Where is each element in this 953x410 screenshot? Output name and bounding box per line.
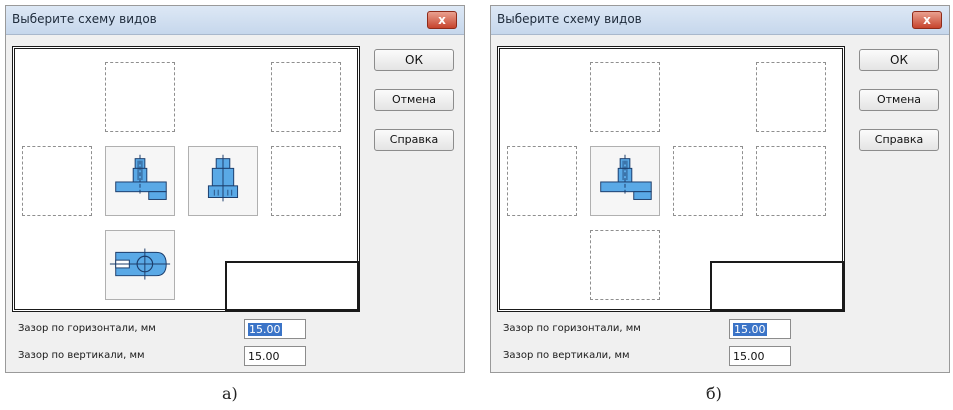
view-slot-top-left[interactable] bbox=[105, 62, 175, 132]
view-slot-left[interactable] bbox=[22, 146, 92, 216]
horizontal-gap-value: 15.00 bbox=[733, 323, 767, 336]
vertical-gap-input[interactable]: 15.00 bbox=[244, 346, 306, 366]
title-bar: Выберите схему видов x bbox=[491, 6, 949, 35]
horizontal-gap-input[interactable]: 15.00 bbox=[729, 319, 791, 339]
view-slot-front[interactable] bbox=[590, 146, 660, 216]
view-slot-top-left[interactable] bbox=[590, 62, 660, 132]
view-slot-far-right[interactable] bbox=[756, 146, 826, 216]
vertical-gap-value: 15.00 bbox=[248, 350, 280, 363]
view-slot-top-right[interactable] bbox=[271, 62, 341, 132]
cancel-button[interactable]: Отмена bbox=[374, 89, 454, 111]
side-view-icon bbox=[207, 154, 239, 202]
view-slot-right[interactable] bbox=[673, 146, 743, 216]
help-button[interactable]: Справка bbox=[859, 129, 939, 151]
title-block-stamp bbox=[710, 261, 844, 311]
close-icon: x bbox=[923, 13, 931, 27]
close-icon: x bbox=[438, 13, 446, 27]
vertical-gap-label: Зазор по вертикали, мм bbox=[503, 350, 630, 361]
figure-caption-b: б) bbox=[706, 384, 722, 403]
help-button[interactable]: Справка bbox=[374, 129, 454, 151]
horizontal-gap-label: Зазор по горизонтали, мм bbox=[503, 323, 641, 334]
view-slot-front[interactable] bbox=[105, 146, 175, 216]
dialog-view-scheme-b: Выберите схему видов x ОК Отмена Справка… bbox=[490, 5, 950, 373]
cancel-button[interactable]: Отмена bbox=[859, 89, 939, 111]
view-slot-bottom[interactable] bbox=[105, 230, 175, 300]
view-slot-top-right[interactable] bbox=[756, 62, 826, 132]
front-view-icon bbox=[600, 154, 652, 200]
horizontal-gap-label: Зазор по горизонтали, мм bbox=[18, 323, 156, 334]
front-view-icon bbox=[115, 154, 167, 200]
view-slot-far-right[interactable] bbox=[271, 146, 341, 216]
figure-caption-a: а) bbox=[222, 384, 238, 403]
horizontal-gap-value: 15.00 bbox=[248, 323, 282, 336]
close-button[interactable]: x bbox=[912, 11, 942, 29]
view-slot-left[interactable] bbox=[507, 146, 577, 216]
ok-button[interactable]: ОК bbox=[859, 49, 939, 71]
view-scheme-area bbox=[497, 46, 845, 312]
dialog-view-scheme-a: Выберите схему видов x ОК Отмена Справка… bbox=[5, 5, 465, 373]
top-view-icon bbox=[109, 247, 171, 281]
view-slot-right[interactable] bbox=[188, 146, 258, 216]
vertical-gap-label: Зазор по вертикали, мм bbox=[18, 350, 145, 361]
vertical-gap-input[interactable]: 15.00 bbox=[729, 346, 791, 366]
title-bar: Выберите схему видов x bbox=[6, 6, 464, 35]
vertical-gap-value: 15.00 bbox=[733, 350, 765, 363]
ok-button[interactable]: ОК bbox=[374, 49, 454, 71]
title-block-stamp bbox=[225, 261, 359, 311]
dialog-title: Выберите схему видов bbox=[497, 12, 642, 26]
view-slot-bottom[interactable] bbox=[590, 230, 660, 300]
view-scheme-area bbox=[12, 46, 360, 312]
close-button[interactable]: x bbox=[427, 11, 457, 29]
dialog-title: Выберите схему видов bbox=[12, 12, 157, 26]
horizontal-gap-input[interactable]: 15.00 bbox=[244, 319, 306, 339]
